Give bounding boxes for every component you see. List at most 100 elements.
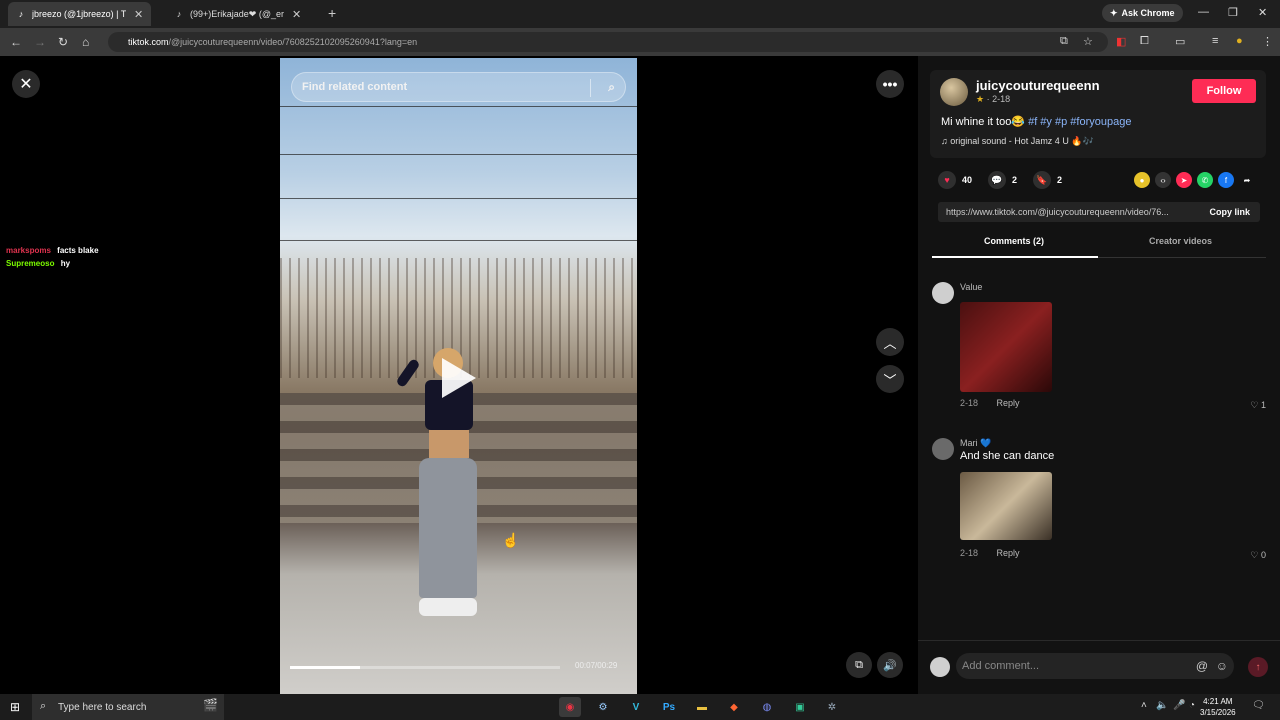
notification-icon[interactable]: 🗨 (1252, 700, 1265, 711)
tab-comments[interactable]: Comments (2) (984, 236, 1044, 246)
forward-icon[interactable]: → (34, 35, 46, 49)
sound-link[interactable]: ♫ original sound - Hot Jamz 4 U 🔥🎶 (941, 136, 1094, 147)
brave-taskbar-icon[interactable]: ◆ (723, 697, 745, 717)
volume-button[interactable]: 🔊 (877, 652, 903, 678)
post-date-text: · 2-18 (986, 94, 1011, 104)
creator-avatar[interactable] (940, 78, 968, 106)
like-button[interactable]: ♥ 40 (938, 171, 972, 189)
video-progress-bar[interactable] (290, 666, 560, 669)
microphone-tray-icon[interactable]: 🎤 (1173, 700, 1185, 711)
comment-gif[interactable] (960, 302, 1052, 392)
play-icon[interactable] (442, 358, 476, 398)
whatsapp-icon[interactable]: ✆ (1197, 172, 1213, 188)
close-tab-icon[interactable]: ✕ (134, 8, 143, 21)
heart-outline-icon: ♡ (1250, 550, 1259, 560)
url-field[interactable]: tiktok.com/@juicycouturequeenn/video/760… (108, 32, 1108, 52)
bookmark-star-icon[interactable]: ☆ (1083, 35, 1093, 48)
previous-video-button[interactable]: ︿ (876, 328, 904, 356)
close-window-icon[interactable]: ✕ (1258, 6, 1267, 19)
restore-icon[interactable]: ❐ (1228, 6, 1238, 19)
save-button[interactable]: 🔖 2 (1033, 171, 1062, 189)
network-tray-icon[interactable]: ◔ (1189, 700, 1195, 711)
post-comment-button[interactable]: ↑ (1248, 657, 1268, 677)
file-explorer-taskbar-icon[interactable]: ▬ (691, 697, 713, 717)
caption-text: Mi whine it too😂 (941, 116, 1026, 128)
related-search-placeholder: Find related content (302, 81, 408, 93)
tab-creator-videos[interactable]: Creator videos (1149, 236, 1212, 246)
app-taskbar-icon[interactable]: ▣ (789, 697, 811, 717)
next-video-button[interactable]: ﹀ (876, 365, 904, 393)
facebook-icon[interactable]: f (1218, 172, 1234, 188)
settings-taskbar-icon[interactable]: ✲ (821, 697, 843, 717)
reply-button[interactable]: Reply (997, 548, 1020, 558)
heart-icon: ♥ (938, 171, 956, 189)
chat-user: Supremeoso (6, 259, 55, 268)
ask-chrome-label: Ask Chrome (1121, 8, 1175, 18)
comment-button[interactable]: 💬 2 (988, 171, 1017, 189)
steam-taskbar-icon[interactable]: ⚙ (592, 697, 614, 717)
taskbar-clock[interactable]: 4:21 AM 3/15/2026 (1200, 696, 1236, 718)
close-video-button[interactable]: ✕ (12, 70, 40, 98)
add-comment-bar: Add comment... @ ☺ ↑ (918, 640, 1280, 694)
commenter-name[interactable]: Value (960, 282, 982, 292)
cast-icon[interactable]: ▭ (1175, 35, 1185, 48)
chat-user: markspoms (6, 246, 51, 255)
extensions-puzzle-icon[interactable]: ⧠ (1140, 35, 1149, 48)
scene-wire (280, 198, 637, 199)
creator-username[interactable]: juicycouturequeenn (976, 78, 1100, 93)
browser-tab-1[interactable]: ♪ jbreezo (@1jbreezo) | TikTo ✕ (8, 2, 152, 26)
follow-button[interactable]: Follow (1192, 79, 1256, 103)
comment-like-button[interactable]: ♡ 0 (1250, 550, 1266, 561)
volume-tray-icon[interactable]: 🔈 (1156, 700, 1168, 711)
emoji-icon[interactable]: ☺ (1216, 659, 1228, 673)
chrome-menu-icon[interactable]: ⋮ (1262, 35, 1273, 48)
send-to-friends-icon[interactable]: ➤ (1176, 172, 1192, 188)
coin-icon[interactable]: ● (1134, 172, 1150, 188)
comment-gif[interactable] (960, 472, 1052, 540)
commenter-name[interactable]: Mari 💙 (960, 438, 991, 449)
embed-icon[interactable]: ‹› (1155, 172, 1171, 188)
floating-player-button[interactable]: ⧉ (846, 652, 872, 678)
share-arrow-icon[interactable]: ➦ (1239, 172, 1255, 188)
related-search-input[interactable]: Find related content ⌕ (291, 72, 626, 102)
photoshop-taskbar-icon[interactable]: Ps (658, 697, 680, 717)
new-tab-button[interactable]: + (328, 5, 336, 21)
commenter-avatar[interactable] (932, 438, 954, 460)
share-link-field[interactable]: https://www.tiktok.com/@juicycouturequee… (938, 202, 1260, 222)
home-icon[interactable]: ⌂ (82, 35, 89, 49)
clock-date: 3/15/2026 (1200, 708, 1236, 717)
commenter-avatar[interactable] (932, 282, 954, 304)
address-bar-row: ← → ↻ ⌂ tiktok.com/@juicycouturequeenn/v… (0, 28, 1280, 56)
panel-tabs: Comments (2) Creator videos (932, 232, 1266, 258)
caption-hashtags[interactable]: #f #y #p #foryoupage (1028, 116, 1131, 128)
scene-wire (280, 240, 637, 241)
back-icon[interactable]: ← (10, 35, 22, 49)
reload-icon[interactable]: ↻ (58, 35, 68, 49)
reply-button[interactable]: Reply (997, 398, 1020, 408)
comment-like-button[interactable]: ♡ 1 (1250, 400, 1266, 411)
taskbar-search-input[interactable]: ⌕ Type here to search 🎬 (32, 694, 224, 720)
video-player[interactable]: Find related content ⌕ 00:07/00:29 (280, 58, 637, 694)
discord-taskbar-icon[interactable]: ◍ (756, 697, 778, 717)
share-link-text: https://www.tiktok.com/@juicycouturequee… (946, 207, 1169, 217)
tray-chevron-icon[interactable]: ˄ (1141, 700, 1147, 711)
add-comment-input[interactable]: Add comment... @ ☺ (956, 653, 1234, 679)
close-tab-icon[interactable]: ✕ (292, 8, 301, 21)
minimize-icon[interactable]: — (1198, 6, 1209, 18)
mention-icon[interactable]: @ (1196, 659, 1208, 673)
search-icon[interactable]: ⌕ (608, 80, 615, 95)
windows-start-icon[interactable]: ⊞ (10, 700, 20, 714)
install-app-icon[interactable]: ⧉ (1060, 35, 1068, 48)
profile-avatar[interactable]: ● (1236, 35, 1243, 47)
ask-chrome-button[interactable]: ✦ Ask Chrome (1102, 4, 1183, 22)
chevron-down-icon: ﹀ (883, 372, 897, 388)
more-options-button[interactable]: ••• (876, 70, 904, 98)
extension-icon[interactable]: ◧ (1116, 35, 1126, 48)
copy-link-button[interactable]: Copy link (1209, 207, 1250, 217)
comment-like-count: 0 (1260, 550, 1266, 560)
vegas-taskbar-icon[interactable]: V (625, 697, 647, 717)
video-progress-fill (290, 666, 361, 669)
browser-tab-2[interactable]: ♪ (99+)Erikajade❤ (@_erikajade ✕ (166, 2, 309, 26)
chrome-taskbar-icon[interactable]: ◉ (559, 697, 581, 717)
media-control-icon[interactable]: ≡ (1212, 35, 1218, 47)
